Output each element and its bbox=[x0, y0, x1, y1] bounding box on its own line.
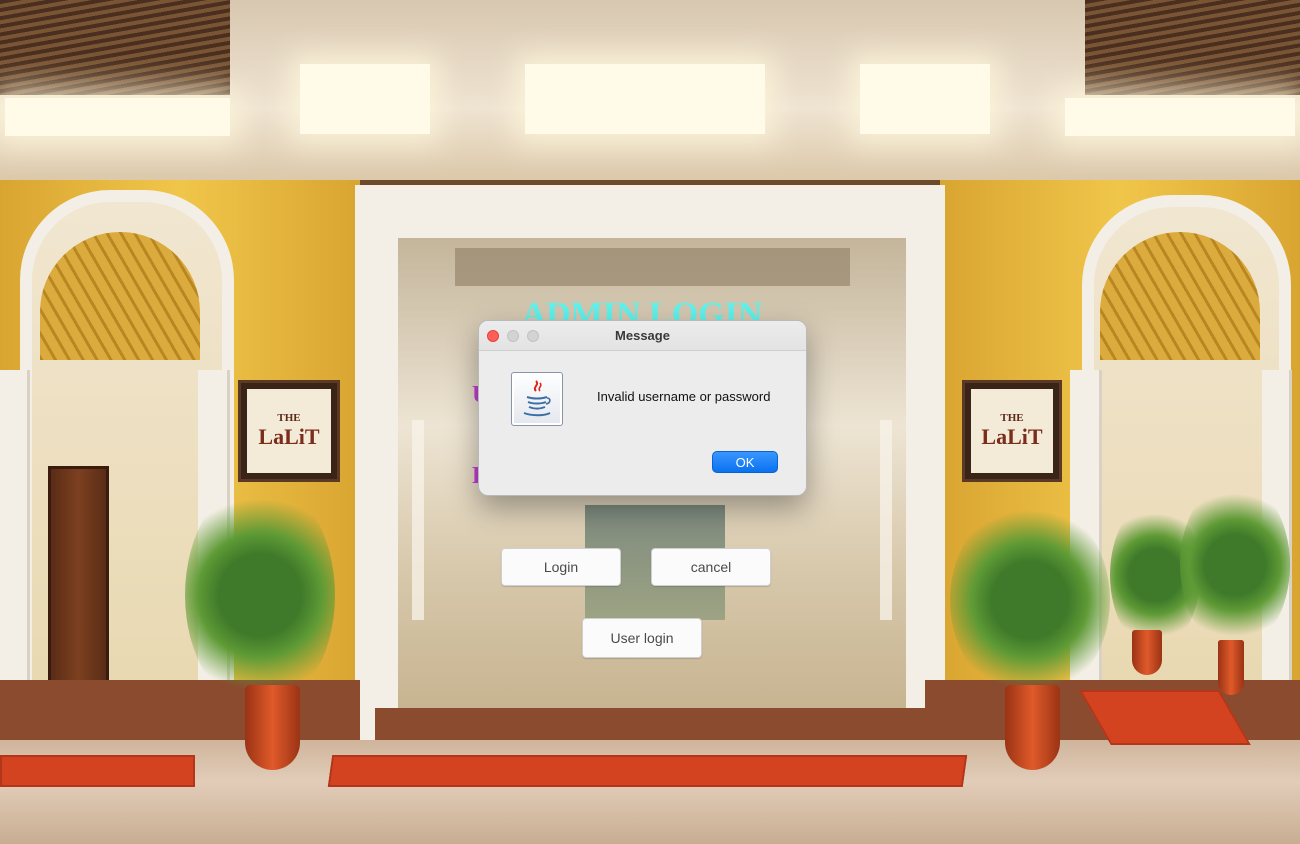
plant-pot bbox=[1132, 630, 1162, 675]
potted-plant bbox=[950, 500, 1110, 700]
lobby-lintel bbox=[455, 248, 850, 286]
red-carpet bbox=[327, 755, 968, 787]
lobby-pillar bbox=[880, 420, 892, 620]
sign-text: THE bbox=[1000, 412, 1024, 424]
plant-pot bbox=[1218, 640, 1244, 695]
potted-plant bbox=[1180, 480, 1290, 650]
plant-pot bbox=[245, 685, 300, 770]
ok-button[interactable]: OK bbox=[712, 451, 778, 473]
ceiling-light bbox=[1065, 98, 1295, 136]
cancel-button[interactable]: cancel bbox=[651, 548, 771, 586]
ceiling-wood-panel-left bbox=[0, 0, 230, 95]
message-dialog: Message Invalid username or password OK bbox=[478, 320, 807, 496]
dialog-title: Message bbox=[615, 328, 670, 343]
ceiling-light bbox=[300, 64, 430, 134]
ceiling-light bbox=[5, 98, 230, 136]
login-button[interactable]: Login bbox=[501, 548, 621, 586]
java-icon bbox=[511, 372, 563, 426]
sign-brand: LaLiT bbox=[981, 424, 1043, 449]
ceiling-light bbox=[525, 64, 765, 134]
potted-plant bbox=[185, 480, 335, 710]
red-carpet bbox=[0, 755, 195, 787]
wainscot-left bbox=[0, 680, 360, 740]
lalit-sign-left: THE LaLiT bbox=[238, 380, 340, 482]
sign-text: THE bbox=[277, 412, 301, 424]
wooden-door bbox=[48, 466, 109, 692]
ceiling-wood-panel-right bbox=[1085, 0, 1300, 95]
lobby-pillar bbox=[412, 420, 424, 620]
plant-pot bbox=[1005, 685, 1060, 770]
sign-brand: LaLiT bbox=[258, 424, 320, 449]
lalit-sign-right: THE LaLiT bbox=[962, 380, 1062, 482]
user-login-button[interactable]: User login bbox=[582, 618, 702, 658]
dialog-message: Invalid username or password bbox=[597, 389, 771, 404]
ceiling-light bbox=[860, 64, 990, 134]
dialog-titlebar: Message bbox=[479, 321, 806, 351]
